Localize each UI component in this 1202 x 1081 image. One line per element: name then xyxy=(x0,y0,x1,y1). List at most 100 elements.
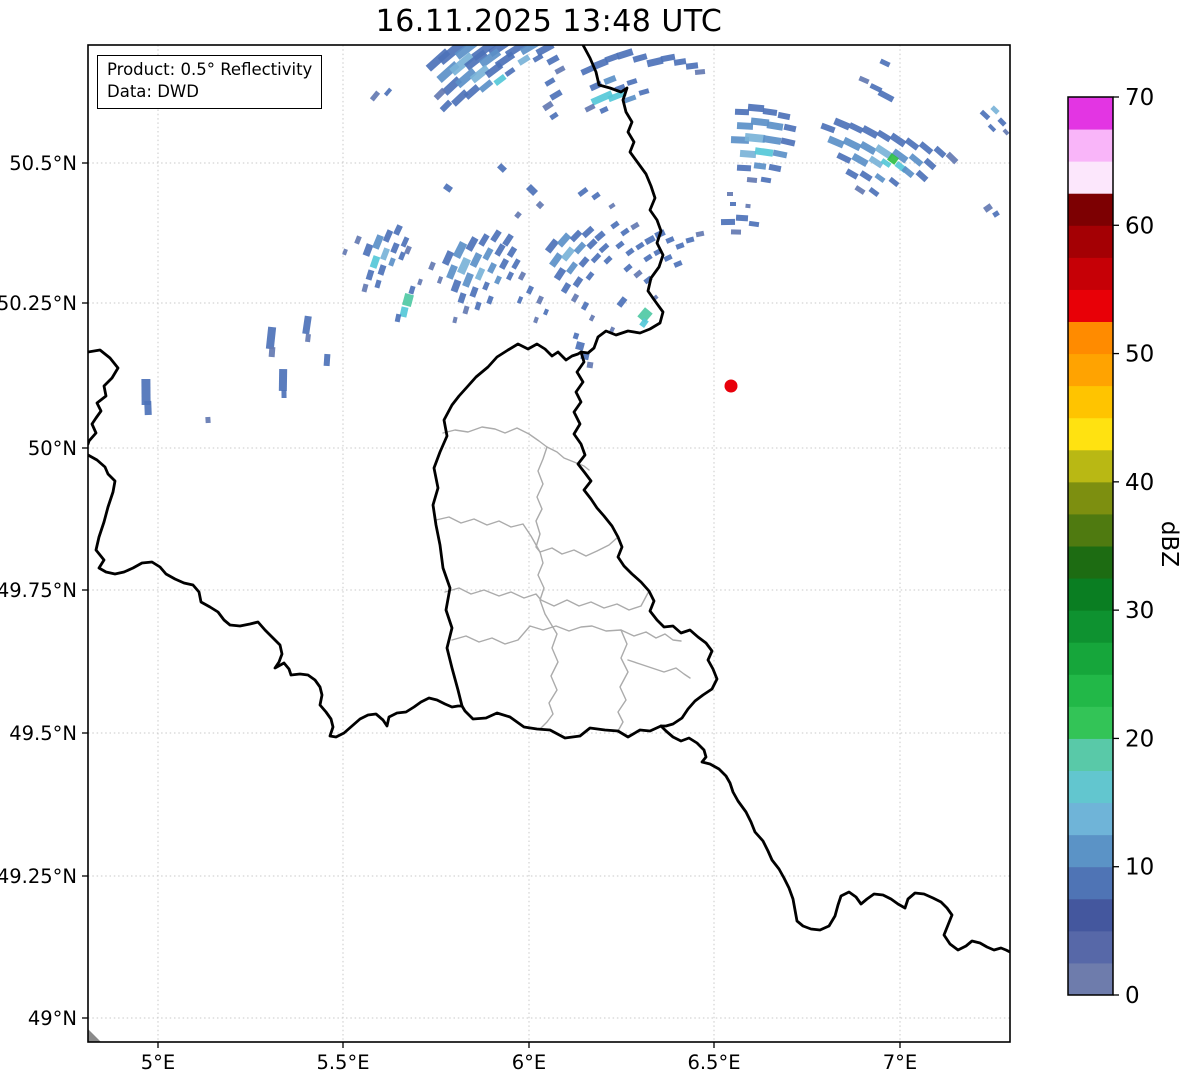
echo-cell xyxy=(452,316,458,324)
echo-cell xyxy=(469,252,483,268)
echo-cell xyxy=(549,111,559,121)
colorbar-segment xyxy=(1068,738,1113,771)
echo-cell xyxy=(575,341,585,351)
echo-cell xyxy=(443,183,453,193)
echo-cell xyxy=(630,221,640,231)
admin-border xyxy=(435,516,541,553)
echo-cell xyxy=(517,271,527,281)
echo-cell xyxy=(482,247,494,261)
colorbar-segment xyxy=(1068,481,1113,515)
colorbar-segment xyxy=(1068,353,1113,387)
x-axis-tick-label: 5.5°E xyxy=(316,1051,369,1074)
echo-cell xyxy=(665,236,675,244)
echo-cell xyxy=(556,232,572,248)
echo-cell xyxy=(915,169,929,183)
echo-cell xyxy=(854,185,866,195)
echo-cell xyxy=(498,258,510,270)
echo-cell xyxy=(848,122,864,134)
map-corner-artifact xyxy=(88,1029,101,1042)
echo-cell xyxy=(361,283,369,293)
echo-cell xyxy=(923,157,937,171)
echo-cell xyxy=(305,333,311,343)
echo-cell xyxy=(620,227,630,237)
colorbar-segment xyxy=(1068,129,1113,162)
echo-cell xyxy=(780,137,796,147)
echo-cell xyxy=(584,103,596,113)
echo-cell xyxy=(827,135,845,149)
echo-cell xyxy=(694,69,706,75)
echo-cell xyxy=(762,108,778,116)
echo-cell xyxy=(746,177,758,183)
echo-cell xyxy=(845,168,859,180)
echo-cell xyxy=(436,276,444,284)
echo-cell xyxy=(525,183,539,197)
grid-layer xyxy=(88,45,1010,1042)
echo-cell xyxy=(394,313,402,323)
echo-cell xyxy=(590,252,602,264)
echo-cell xyxy=(560,246,576,262)
echo-cell xyxy=(393,224,403,236)
echo-cell xyxy=(573,241,587,255)
echo-cell xyxy=(599,106,609,114)
echo-cell xyxy=(754,147,774,157)
echo-cell xyxy=(918,141,934,155)
echo-cell xyxy=(836,152,852,164)
echo-cell xyxy=(610,220,620,230)
echo-cell xyxy=(457,257,471,275)
echo-cell xyxy=(374,279,382,289)
echo-cell xyxy=(675,242,685,250)
echo-cell xyxy=(281,389,287,399)
echo-cell xyxy=(490,229,502,243)
colorbar-tick-label: 0 xyxy=(1125,983,1140,1009)
echo-cell xyxy=(734,108,750,116)
echo-cell xyxy=(736,164,752,172)
y-axis-tick-label: 50.25°N xyxy=(0,292,77,315)
echo-cell xyxy=(594,230,606,242)
echo-cell xyxy=(603,75,617,85)
colorbar-segment xyxy=(1068,706,1113,739)
colorbar-segment xyxy=(1068,674,1113,707)
colorbar-segment xyxy=(1068,513,1113,547)
radar-figure: 5°E 5.5°E 6°E 6.5°E 7°E 50.5°N 50.25°N 50°N 49.7… xyxy=(0,0,1202,1081)
echo-cell xyxy=(516,296,524,304)
echo-cell xyxy=(987,123,997,133)
echo-cell xyxy=(992,210,1000,218)
echo-cell xyxy=(616,48,634,60)
echo-cell xyxy=(990,105,1000,115)
echo-cell xyxy=(369,90,381,102)
echo-cell xyxy=(933,145,947,159)
plot-frame xyxy=(87,44,1011,1043)
echo-cell xyxy=(695,230,705,238)
echo-cell xyxy=(572,332,580,340)
y-axis-tick-label: 49.75°N xyxy=(0,579,77,602)
echo-cell xyxy=(766,121,784,131)
echo-cell xyxy=(566,261,578,275)
echo-cell xyxy=(372,234,384,250)
colorbar-tick-label: 50 xyxy=(1125,342,1154,368)
x-axis-tick-label: 7°E xyxy=(883,1051,917,1074)
echo-cell xyxy=(494,243,506,257)
colorbar-tick-label: 60 xyxy=(1125,213,1154,239)
echo-cell xyxy=(760,176,772,184)
admin-border xyxy=(535,446,548,553)
echo-cell xyxy=(750,117,770,127)
x-axis-tick-label: 6.5°E xyxy=(687,1051,740,1074)
echo-cell xyxy=(572,276,584,288)
y-axis-tick-label: 50.5°N xyxy=(9,152,77,175)
echo-cell xyxy=(205,416,211,424)
echo-cell xyxy=(517,54,531,66)
echo-cell xyxy=(462,305,470,315)
colorbar-segment xyxy=(1068,417,1113,451)
colorbar-segment xyxy=(1068,225,1113,258)
y-axis-tick-label: 49°N xyxy=(28,1007,77,1030)
echo-cell xyxy=(663,253,673,263)
echo-cell xyxy=(382,229,394,243)
echo-cell xyxy=(644,234,656,246)
echo-cell xyxy=(685,62,699,70)
colorbar-segment xyxy=(1068,770,1113,804)
echo-cell xyxy=(342,248,348,256)
echo-cell xyxy=(369,255,381,269)
admin-border xyxy=(537,551,559,730)
admin-border xyxy=(442,426,590,471)
echo-cell xyxy=(908,153,924,167)
